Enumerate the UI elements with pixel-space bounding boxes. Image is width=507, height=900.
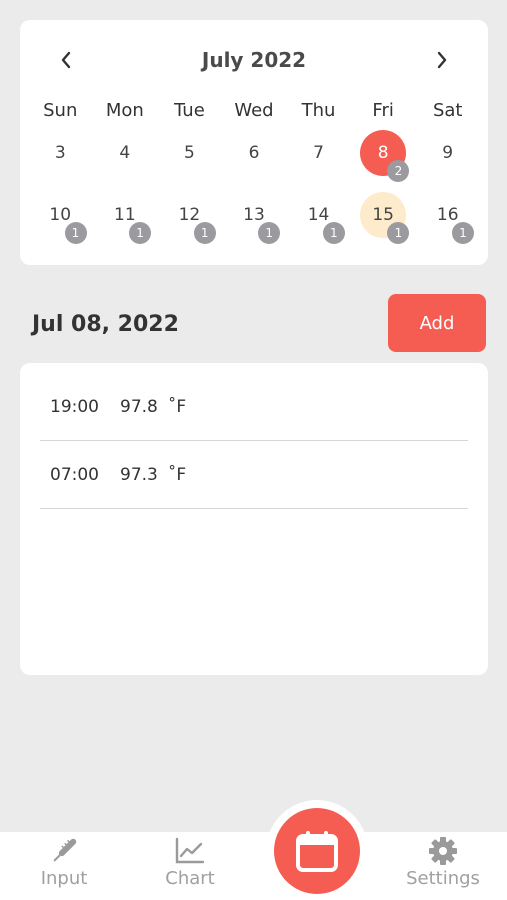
calendar-card: July 2022 Sun Mon Tue Wed Thu Fri Sat 3 … [20,20,488,265]
day-cell[interactable]: 13 1 [222,192,287,244]
record-row[interactable]: 07:00 97.3 ˚F [40,441,468,509]
day-cell[interactable]: 9 [415,130,480,176]
line-chart-icon [174,836,206,866]
bottom-nav: Input Chart Settings [0,832,507,900]
weekday-label: Thu [301,100,336,121]
tab-chart[interactable]: Chart [135,832,245,900]
record-count-badge: 1 [193,222,216,244]
record-value: 97.8 [120,396,158,417]
tab-calendar-button[interactable] [274,808,360,894]
calendar-icon [296,831,338,872]
day-number: 8 [377,143,389,163]
day-number: 13 [243,205,265,225]
day-cell-today[interactable]: 15 1 [351,192,416,244]
selected-date-title: Jul 08, 2022 [32,312,179,337]
tab-settings-label: Settings [406,868,480,889]
day-number: 10 [49,205,72,225]
tab-input-label: Input [40,868,88,889]
records-card: 19:00 97.8 ˚F 07:00 97.3 ˚F [20,363,488,675]
day-cell[interactable]: 12 1 [157,192,222,244]
weekday-header: Sun Mon Tue Wed Thu Fri Sat [28,100,480,121]
day-number: 14 [307,205,330,225]
day-number: 11 [114,205,136,225]
day-cell[interactable]: 14 1 [286,192,351,244]
record-unit: ˚F [167,464,187,485]
day-cell[interactable]: 4 [93,130,158,176]
record-count-badge: 1 [451,222,474,244]
record-value-group: 97.3 ˚F [120,465,186,485]
weekday-label: Sun [43,100,78,121]
record-row[interactable]: 19:00 97.8 ˚F [40,373,468,441]
record-time: 07:00 [50,464,99,485]
day-cell-selected[interactable]: 8 2 [351,130,416,182]
weekday-label: Sat [432,100,463,121]
add-record-button[interactable]: Add [388,294,486,352]
day-number: 6 [248,143,260,163]
day-number: 16 [436,205,459,225]
day-cell[interactable]: 11 1 [93,192,158,244]
record-count-badge: 1 [387,222,410,244]
chevron-right-icon [437,51,447,69]
day-number: 5 [183,143,195,163]
thermometer-icon [48,836,80,866]
week-row: 10 1 11 1 12 1 13 1 14 1 15 1 16 1 [28,192,480,244]
tab-chart-label: Chart [165,868,215,889]
day-cell[interactable]: 5 [157,130,222,176]
next-month-button[interactable] [426,44,458,76]
weekday-label: Mon [105,100,144,121]
gear-icon [427,836,459,866]
week-row: 3 4 5 6 7 8 2 9 [28,130,480,182]
day-cell[interactable]: 6 [222,130,287,176]
day-cell[interactable]: 16 1 [415,192,480,244]
record-count-badge: 1 [64,222,87,244]
day-number: 12 [178,205,201,225]
tab-input[interactable]: Input [9,832,119,900]
weekday-label: Wed [234,100,274,121]
weekday-label: Tue [174,100,205,121]
record-unit: ˚F [167,396,187,417]
record-value: 97.3 [120,464,158,485]
record-count-badge: 2 [387,160,410,182]
day-number: 7 [313,143,324,163]
record-count-badge: 1 [322,222,345,244]
record-count-badge: 1 [129,222,152,244]
record-value-group: 97.8 ˚F [120,397,186,417]
month-title: July 2022 [201,48,307,72]
day-cell[interactable]: 7 [286,130,351,176]
record-time: 19:00 [50,396,99,417]
day-cell[interactable]: 3 [28,130,93,176]
tab-settings[interactable]: Settings [388,832,498,900]
day-number: 4 [119,143,131,163]
day-cell[interactable]: 10 1 [28,192,93,244]
day-number: 15 [372,205,394,225]
day-number: 9 [442,143,454,163]
record-count-badge: 1 [258,222,281,244]
day-number: 3 [54,143,66,163]
weekday-label: Fri [372,100,394,121]
